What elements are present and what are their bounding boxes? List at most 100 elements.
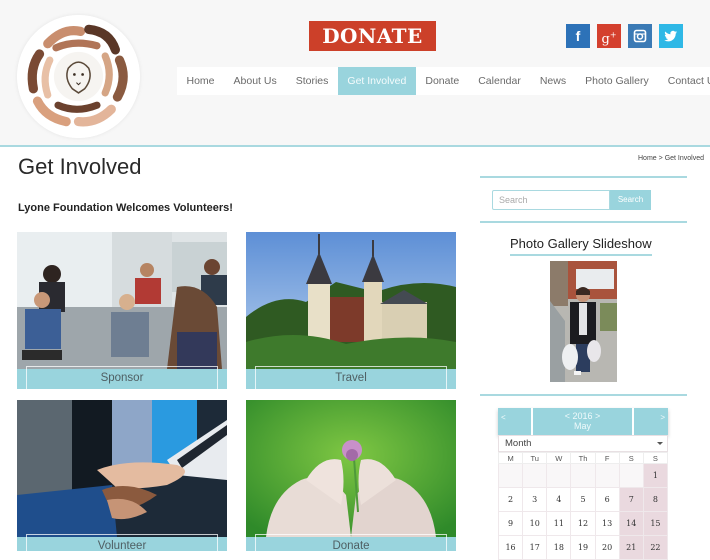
calendar-day[interactable]: 7 — [618, 487, 644, 512]
volunteer-caption: Volunteer — [17, 534, 227, 551]
sidebar-divider — [480, 176, 687, 178]
breadcrumb-home[interactable]: Home — [638, 155, 657, 162]
nav-calendar[interactable]: Calendar — [469, 67, 531, 95]
calendar-day[interactable]: 13 — [594, 511, 620, 536]
breadcrumb-separator: > — [658, 155, 663, 162]
twitter-link[interactable] — [659, 24, 683, 48]
page-title: Get Involved — [18, 154, 142, 179]
calendar-grid: M Tu W Th F S S 1 2 3 4 5 6 7 8 9 10 11 12 13 14 15 16 17 18 19 2… — [497, 452, 669, 560]
calendar-view-select[interactable]: Month — [498, 435, 668, 452]
main-nav: Home About Us Stories Get Involved Donat… — [177, 67, 710, 95]
google-plus-link[interactable]: g+ — [597, 24, 621, 48]
calendar-view-value: Month — [505, 438, 532, 449]
calendar-week: 16 17 18 19 20 21 22 — [497, 535, 669, 560]
calendar-month: May — [573, 421, 591, 431]
sponsor-image — [17, 232, 227, 369]
nav-get-involved[interactable]: Get Involved — [337, 67, 416, 95]
calendar-day[interactable]: 10 — [522, 511, 548, 536]
twitter-icon — [664, 30, 677, 42]
calendar-empty-cell — [570, 463, 596, 488]
calendar-weekday: S — [618, 452, 644, 464]
donate-caption: Donate — [246, 534, 456, 551]
site-header: DONATE f g+ Home About Us Stories Get In… — [0, 0, 710, 147]
calendar-day[interactable]: 4 — [546, 487, 572, 512]
calendar-year-nav[interactable]: < 2016 > — [533, 411, 632, 421]
tile-sponsor[interactable]: Sponsor — [17, 232, 227, 389]
nav-contact-us[interactable]: Contact Us — [658, 67, 710, 95]
chevron-down-icon — [657, 442, 663, 445]
calendar-week: 1 — [497, 463, 669, 488]
calendar-weekday: Tu — [522, 452, 548, 464]
nav-donate[interactable]: Donate — [416, 67, 469, 95]
calendar-weekday: M — [497, 452, 524, 464]
tile-travel[interactable]: Travel — [246, 232, 456, 389]
sponsor-caption: Sponsor — [17, 366, 227, 389]
calendar-empty-cell — [546, 463, 572, 488]
calendar-day[interactable]: 19 — [570, 535, 596, 560]
calendar-prev-month[interactable]: < — [498, 408, 531, 435]
calendar-day[interactable]: 17 — [522, 535, 548, 560]
calendar-day[interactable]: 12 — [570, 511, 596, 536]
calendar-weekday: F — [594, 452, 620, 464]
calendar-week: 9 10 11 12 13 14 15 — [497, 511, 669, 536]
breadcrumb: Home > Get Involved — [638, 155, 704, 162]
calendar-weekday: S — [642, 452, 669, 464]
nav-photo-gallery[interactable]: Photo Gallery — [576, 67, 659, 95]
sidebar-divider — [480, 394, 687, 396]
travel-image — [246, 232, 456, 369]
calendar-day[interactable]: 6 — [594, 487, 620, 512]
tile-label: Sponsor — [100, 372, 144, 384]
calendar-day[interactable]: 5 — [570, 487, 596, 512]
tile-volunteer[interactable]: Volunteer — [17, 400, 227, 551]
calendar-day[interactable]: 15 — [642, 511, 669, 536]
facebook-link[interactable]: f — [566, 24, 590, 48]
breadcrumb-current: Get Involved — [664, 155, 704, 162]
calendar-next-month[interactable]: > — [634, 408, 668, 435]
calendar-empty-cell — [594, 463, 620, 488]
tile-donate[interactable]: Donate — [246, 400, 456, 551]
calendar-day[interactable]: 16 — [497, 535, 524, 560]
nav-news[interactable]: News — [530, 67, 575, 95]
sidebar-divider — [480, 221, 687, 223]
calendar-day[interactable]: 21 — [618, 535, 644, 560]
travel-caption: Travel — [246, 366, 456, 389]
search-button[interactable]: Search — [610, 190, 651, 210]
foundation-logo[interactable] — [17, 15, 140, 138]
calendar-empty-cell — [618, 463, 644, 488]
calendar-day[interactable]: 22 — [642, 535, 669, 560]
calendar-day[interactable]: 9 — [497, 511, 524, 536]
calendar-header: < < 2016 > May > — [498, 408, 668, 435]
facebook-icon: f — [575, 28, 581, 44]
calendar-day[interactable]: 2 — [497, 487, 524, 512]
calendar-week: 2345678 — [497, 487, 669, 512]
calendar-day[interactable]: 11 — [546, 511, 572, 536]
nav-home[interactable]: Home — [177, 67, 224, 95]
nav-stories[interactable]: Stories — [286, 67, 338, 95]
calendar-empty-cell — [522, 463, 548, 488]
search-input[interactable] — [492, 190, 610, 210]
calendar-day[interactable]: 8 — [642, 487, 669, 512]
calendar-weekday: Th — [570, 452, 596, 464]
calendar-day[interactable]: 20 — [594, 535, 620, 560]
nav-about-us[interactable]: About Us — [224, 67, 286, 95]
logo-hands-circle-icon — [17, 15, 140, 138]
calendar-day[interactable]: 1 — [642, 463, 669, 488]
page-subtitle: Lyone Foundation Welcomes Volunteers! — [18, 202, 233, 214]
gallery-slideshow-photo[interactable] — [550, 261, 617, 382]
calendar-title: < 2016 > May — [533, 408, 632, 435]
instagram-link[interactable] — [628, 24, 652, 48]
calendar-empty-cell — [497, 463, 524, 488]
calendar-weekday: W — [546, 452, 572, 464]
google-plus-icon: g+ — [601, 31, 617, 48]
calendar-day[interactable]: 14 — [618, 511, 644, 536]
calendar-day[interactable]: 3 — [522, 487, 548, 512]
donate-image — [246, 400, 456, 537]
gallery-title: Photo Gallery Slideshow — [510, 236, 652, 256]
tile-label: Donate — [332, 540, 370, 551]
calendar-day[interactable]: 18 — [546, 535, 572, 560]
tile-label: Travel — [335, 372, 367, 384]
donate-button[interactable]: DONATE — [309, 21, 436, 51]
instagram-icon — [633, 29, 647, 43]
tile-label: Volunteer — [97, 540, 147, 551]
volunteer-image — [17, 400, 227, 537]
